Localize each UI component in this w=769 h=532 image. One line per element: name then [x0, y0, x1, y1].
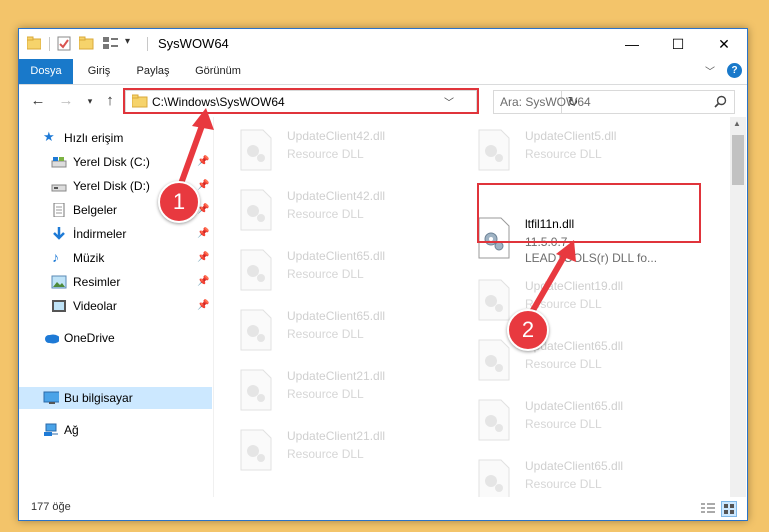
- annotation-arrows: [175, 108, 576, 314]
- callout-step-2: 2: [507, 309, 549, 351]
- callout-step-1: 1: [158, 181, 200, 223]
